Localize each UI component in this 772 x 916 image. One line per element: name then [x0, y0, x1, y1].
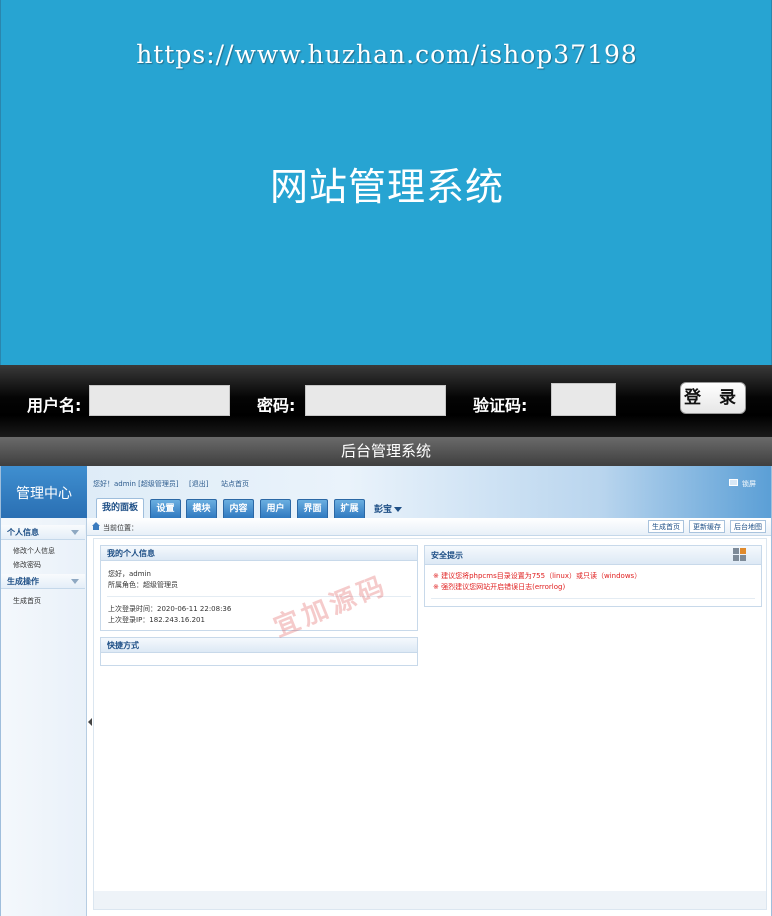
dashboard-content: 我的个人信息 您好，admin 所属角色：超级管理员 上次登录时间：2020-0…	[93, 538, 767, 910]
grid-icon[interactable]	[733, 548, 747, 561]
admin-logo: 管理中心	[16, 486, 72, 502]
tab-modules[interactable]: 模块	[186, 499, 217, 518]
last-login-ip: 上次登录IP：182.243.16.201	[108, 616, 205, 624]
collapse-arrow-icon[interactable]	[71, 579, 79, 584]
site-home-link[interactable]: 站点首页	[221, 479, 249, 489]
sidebar-collapse-icon[interactable]	[88, 718, 92, 726]
home-icon	[92, 522, 100, 530]
tab-more-label: 彭宝	[374, 505, 393, 515]
role-text: 所属角色：超级管理员	[108, 581, 178, 589]
site-title: 网站管理系统	[269, 165, 504, 209]
sidebar: 个人信息 修改个人信息 修改密码 生成操作 生成首页	[1, 518, 87, 916]
collapse-arrow-icon[interactable]	[71, 530, 79, 535]
divider	[431, 598, 755, 599]
sidebar-section-label: 个人信息	[7, 528, 39, 537]
breadcrumb: 当前位置： 生成首页 更新缓存 后台地图	[87, 518, 771, 536]
sidebar-section-label: 生成操作	[7, 577, 39, 586]
logout-link[interactable]: [退出]	[189, 479, 208, 489]
backend-map-button[interactable]: 后台地图	[730, 520, 766, 533]
lock-screen-link[interactable]: 锁屏	[742, 479, 756, 489]
login-button[interactable]: 登 录	[680, 382, 746, 414]
security-tip: ※ 建议您将phpcms目录设置为755（linux）或只读（windows）	[433, 572, 642, 580]
last-login-time: 上次登录时间：2020-06-11 22:08:36	[108, 605, 232, 613]
screenshot-root: https://www.huzhan.com/ishop37198 网站管理系统…	[0, 0, 772, 916]
sidebar-section-personal[interactable]: 个人信息	[1, 525, 85, 540]
shortcuts-panel: 快捷方式	[100, 637, 418, 666]
admin-panel: 管理中心 您好！admin [超级管理员] [退出] 站点首页 锁屏 我的面板 …	[0, 466, 772, 916]
tab-users[interactable]: 用户	[260, 499, 291, 518]
panel-title: 我的个人信息	[101, 546, 417, 561]
tab-content[interactable]: 内容	[223, 499, 254, 518]
security-tip: ※ 强烈建议您网站开启错误日志(errorlog)	[433, 583, 566, 591]
login-bar: 用户名: 密码: 验证码: 登 录	[0, 365, 772, 437]
sidebar-item-change-password[interactable]: 修改密码	[13, 560, 41, 570]
update-cache-button[interactable]: 更新缓存	[689, 520, 725, 533]
panel-title: 安全提示	[425, 546, 761, 565]
watermark-url: https://www.huzhan.com/ishop37198	[136, 40, 638, 69]
admin-logo-area: 管理中心	[1, 466, 87, 518]
username-label: 用户名:	[27, 396, 82, 415]
sidebar-item-generate-home[interactable]: 生成首页	[13, 596, 41, 606]
chevron-down-icon	[394, 507, 403, 512]
captcha-label: 验证码:	[473, 396, 528, 415]
tab-interface[interactable]: 界面	[297, 499, 328, 518]
panel-title: 快捷方式	[101, 638, 417, 653]
greeting-text: 您好！admin [超级管理员]	[93, 480, 179, 488]
tab-my-panel[interactable]: 我的面板	[96, 498, 144, 518]
tab-extensions[interactable]: 扩展	[334, 499, 365, 518]
sidebar-section-generate[interactable]: 生成操作	[1, 574, 85, 589]
hello-text: 您好，admin	[108, 570, 151, 578]
content-footer	[94, 891, 766, 909]
sidebar-item-edit-profile[interactable]: 修改个人信息	[13, 546, 55, 556]
admin-header: 管理中心 您好！admin [超级管理员] [退出] 站点首页 锁屏 我的面板 …	[1, 466, 771, 518]
login-hero: https://www.huzhan.com/ishop37198 网站管理系统	[0, 0, 772, 365]
tab-more[interactable]: 彭宝	[374, 502, 403, 515]
tab-settings[interactable]: 设置	[150, 499, 181, 518]
generate-home-button[interactable]: 生成首页	[648, 520, 684, 533]
breadcrumb-text: 当前位置：	[103, 524, 138, 532]
password-input[interactable]	[305, 385, 446, 416]
security-panel: 安全提示 ※ 建议您将phpcms目录设置为755（linux）或只读（wind…	[424, 545, 762, 607]
lock-screen-icon[interactable]	[729, 479, 738, 486]
username-input[interactable]	[89, 385, 230, 416]
backend-subtitle: 后台管理系统	[0, 437, 772, 466]
main-nav-tabs: 我的面板 设置 模块 内容 用户 界面 扩展 彭宝	[89, 496, 771, 518]
captcha-input[interactable]	[551, 383, 616, 416]
password-label: 密码:	[257, 396, 296, 415]
